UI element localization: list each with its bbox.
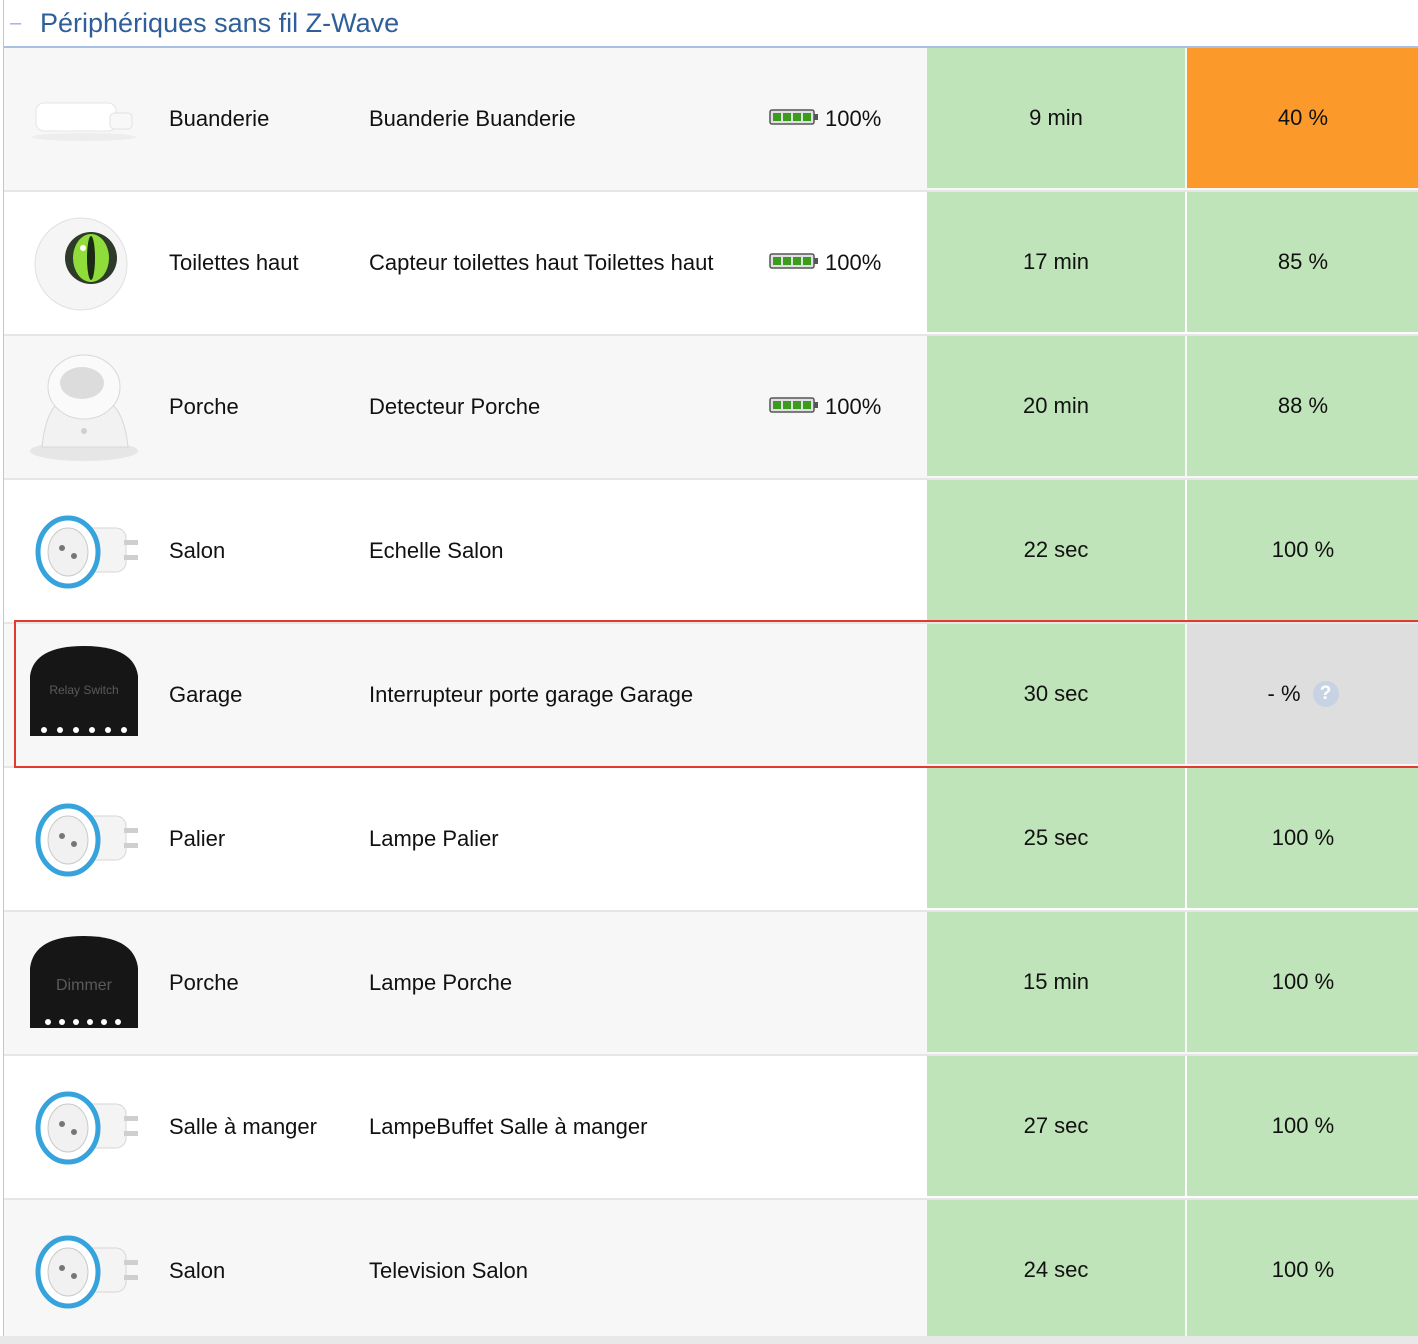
device-description[interactable]: Buanderie Buanderie — [369, 106, 576, 132]
device-description[interactable]: Echelle Salon — [369, 538, 504, 564]
last-seen-cell: 25 sec — [927, 768, 1185, 908]
last-seen-cell: 30 sec — [927, 624, 1185, 764]
device-description[interactable]: Television Salon — [369, 1258, 528, 1284]
panel-header[interactable]: – Périphériques sans fil Z-Wave — [4, 0, 1418, 48]
device-row[interactable]: Relay Switch Garage Interrupteur porte gar… — [4, 624, 1418, 768]
door-window-sensor-icon — [22, 64, 146, 174]
battery-icon — [769, 252, 819, 275]
battery-percent: 100% — [825, 394, 882, 419]
collapse-toggle[interactable]: – — [10, 12, 36, 35]
signal-value: 100 % — [1271, 537, 1335, 562]
device-room: Salle à manger — [169, 1114, 317, 1139]
device-list: Buanderie Buanderie Buanderie 100% 9 min 40 … — [4, 48, 1418, 1344]
help-icon[interactable]: ? — [1312, 681, 1339, 707]
signal-value: 88 % — [1277, 393, 1329, 418]
device-description[interactable]: Lampe Palier — [369, 826, 499, 852]
signal-cell: - %? — [1187, 624, 1418, 764]
signal-cell: 85 % — [1187, 192, 1418, 332]
battery-status: 100% — [769, 394, 881, 420]
last-seen-value: 15 min — [1022, 969, 1090, 994]
last-seen-value: 27 sec — [1023, 1113, 1089, 1138]
device-room: Garage — [169, 682, 243, 707]
signal-cell: 100 % — [1187, 912, 1418, 1052]
device-row[interactable]: Porche Detecteur Porche 100% 20 min 88 % — [4, 336, 1418, 480]
device-room: Toilettes haut — [169, 250, 299, 275]
battery-icon — [769, 396, 819, 419]
last-seen-cell: 17 min — [927, 192, 1185, 332]
device-room: Porche — [169, 970, 239, 995]
signal-value: 100 % — [1271, 969, 1335, 994]
last-seen-value: 17 min — [1022, 249, 1090, 274]
signal-value: 100 % — [1271, 1113, 1335, 1138]
device-row[interactable]: Toilettes haut Capteur toilettes haut Toi… — [4, 192, 1418, 336]
battery-status: 100% — [769, 250, 881, 276]
wall-plug-icon — [22, 496, 146, 606]
motion-sensor-icon — [22, 352, 146, 462]
device-room: Salon — [169, 1258, 226, 1283]
device-row[interactable]: Salon Television Salon 24 sec 100 % — [4, 1200, 1418, 1344]
signal-cell: 100 % — [1187, 1056, 1418, 1196]
signal-value: 40 % — [1277, 105, 1329, 130]
wall-plug-icon — [22, 784, 146, 894]
signal-cell: 100 % — [1187, 768, 1418, 908]
footer-bar — [0, 1336, 1418, 1344]
device-room: Palier — [169, 826, 226, 851]
last-seen-cell: 22 sec — [927, 480, 1185, 620]
last-seen-cell: 20 min — [927, 336, 1185, 476]
last-seen-cell: 24 sec — [927, 1200, 1185, 1340]
battery-icon — [769, 108, 819, 131]
battery-percent: 100% — [825, 106, 882, 131]
last-seen-value: 9 min — [1029, 105, 1083, 130]
device-row[interactable]: Salle à manger LampeBuffet Salle à manger… — [4, 1056, 1418, 1200]
battery-percent: 100% — [825, 250, 882, 275]
signal-cell: 100 % — [1187, 480, 1418, 620]
device-room: Porche — [169, 394, 239, 419]
signal-value: 100 % — [1271, 825, 1335, 850]
panel-title: Périphériques sans fil Z-Wave — [40, 7, 400, 38]
dimmer-icon: Dimmer — [22, 928, 146, 1038]
device-description[interactable]: Lampe Porche — [369, 970, 512, 996]
last-seen-cell: 9 min — [927, 48, 1185, 188]
device-description[interactable]: Detecteur Porche — [369, 394, 540, 420]
svg-text:Relay Switch: Relay Switch — [49, 683, 118, 697]
signal-cell: 88 % — [1187, 336, 1418, 476]
signal-value: 100 % — [1271, 1257, 1335, 1282]
signal-value: - % — [1267, 681, 1301, 706]
last-seen-value: 30 sec — [1023, 681, 1089, 706]
signal-cell: 100 % — [1187, 1200, 1418, 1340]
last-seen-value: 24 sec — [1023, 1257, 1089, 1282]
wall-plug-icon — [22, 1216, 146, 1326]
signal-value: 85 % — [1277, 249, 1329, 274]
device-room: Salon — [169, 538, 226, 563]
svg-text:Dimmer: Dimmer — [56, 977, 113, 994]
device-description[interactable]: Capteur toilettes haut Toilettes haut — [369, 250, 713, 276]
relay-switch-icon: Relay Switch — [22, 640, 146, 750]
last-seen-cell: 15 min — [927, 912, 1185, 1052]
wall-plug-icon — [22, 1072, 146, 1182]
zwave-panel: – Périphériques sans fil Z-Wave Buanderi… — [3, 0, 1418, 1344]
flood-sensor-icon — [22, 208, 146, 318]
device-row[interactable]: Palier Lampe Palier 25 sec 100 % — [4, 768, 1418, 912]
last-seen-value: 25 sec — [1023, 825, 1089, 850]
last-seen-value: 22 sec — [1023, 537, 1089, 562]
device-row[interactable]: Dimmer Porche Lampe Porche 15 min 100 % — [4, 912, 1418, 1056]
device-description[interactable]: Interrupteur porte garage Garage — [369, 682, 693, 708]
device-row[interactable]: Buanderie Buanderie Buanderie 100% 9 min 40 … — [4, 48, 1418, 192]
last-seen-cell: 27 sec — [927, 1056, 1185, 1196]
last-seen-value: 20 min — [1022, 393, 1090, 418]
device-room: Buanderie — [169, 106, 270, 131]
battery-status: 100% — [769, 106, 881, 132]
device-row[interactable]: Salon Echelle Salon 22 sec 100 % — [4, 480, 1418, 624]
device-description[interactable]: LampeBuffet Salle à manger — [369, 1114, 647, 1140]
signal-cell: 40 % — [1187, 48, 1418, 188]
